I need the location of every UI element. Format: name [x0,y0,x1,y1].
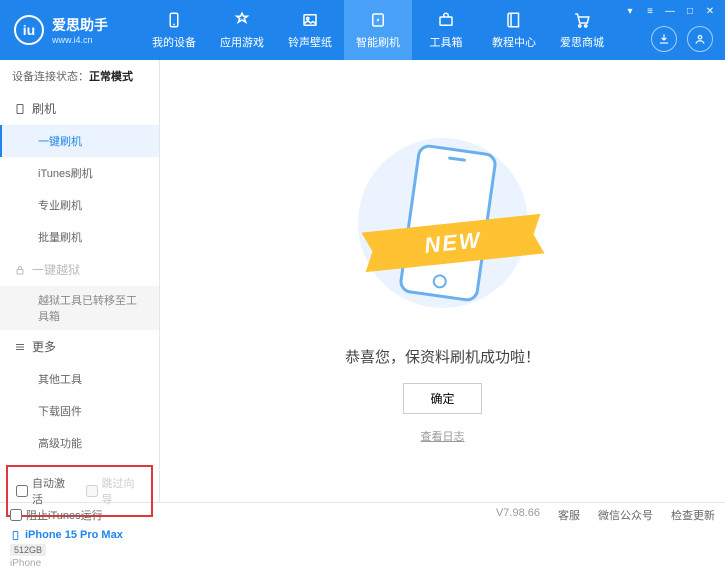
menu-icon[interactable]: ▾ [621,4,639,18]
device-info[interactable]: iPhone 15 Pro Max 512GB iPhone [0,523,159,575]
settings-icon[interactable]: ≡ [641,4,659,18]
device-type: iPhone [10,558,149,569]
connection-status: 设备连接状态：正常模式 [0,60,159,92]
auto-activate-checkbox[interactable]: 自动激活 [16,475,74,507]
more-icon [14,341,26,353]
view-log-link[interactable]: 查看日志 [421,428,465,444]
success-message: 恭喜您，保资料刷机成功啦！ [345,346,540,367]
sidebar-item-itunes[interactable]: iTunes刷机 [0,157,159,189]
ok-button[interactable]: 确定 [403,383,481,414]
list-icon [14,103,26,115]
footer-update[interactable]: 检查更新 [671,507,715,523]
device-storage: 512GB [10,544,46,556]
nav-tutorials[interactable]: 教程中心 [480,0,548,60]
window-controls: ▾ ≡ — □ ✕ [621,4,719,18]
minimize-icon[interactable]: — [661,4,679,18]
header: iu 爱思助手 www.i4.cn 我的设备 应用游戏 铃声壁纸 智能刷机 工具… [0,0,725,60]
sidebar-jailbreak-note: 越狱工具已转移至工具箱 [0,286,159,330]
sidebar-item-tools[interactable]: 其他工具 [0,363,159,395]
image-icon [300,10,320,30]
nav-toolbox[interactable]: 工具箱 [412,0,480,60]
nav-my-device[interactable]: 我的设备 [140,0,208,60]
top-nav: 我的设备 应用游戏 铃声壁纸 智能刷机 工具箱 教程中心 爱思商城 [140,0,616,60]
sidebar-header-more[interactable]: 更多 [0,330,159,363]
sidebar-item-advanced[interactable]: 高级功能 [0,427,159,459]
footer-support[interactable]: 客服 [558,507,580,523]
nav-apps[interactable]: 应用游戏 [208,0,276,60]
sidebar-item-pro[interactable]: 专业刷机 [0,189,159,221]
toolbox-icon [436,10,456,30]
device-icon [10,530,21,541]
success-graphic: NEW [343,128,543,328]
sidebar: 设备连接状态：正常模式 刷机 一键刷机 iTunes刷机 专业刷机 批量刷机 一… [0,60,160,502]
phone-icon [164,10,184,30]
footer-wechat[interactable]: 微信公众号 [598,507,653,523]
logo: iu 爱思助手 www.i4.cn [0,15,140,45]
cart-icon [572,10,592,30]
sidebar-header-flash[interactable]: 刷机 [0,92,159,125]
sidebar-item-oneclick[interactable]: 一键刷机 [0,125,159,157]
sidebar-header-jailbreak[interactable]: 一键越狱 [0,253,159,286]
book-icon [504,10,524,30]
nav-store[interactable]: 爱思商城 [548,0,616,60]
app-name: 爱思助手 [52,15,108,35]
user-button[interactable] [687,26,713,52]
app-icon [232,10,252,30]
app-url: www.i4.cn [52,35,108,45]
close-icon[interactable]: ✕ [701,4,719,18]
lock-icon [14,264,26,276]
main-content: NEW 恭喜您，保资料刷机成功啦！ 确定 查看日志 [160,60,725,502]
block-itunes-checkbox[interactable]: 阻止iTunes运行 [10,507,103,523]
skip-guide-checkbox[interactable]: 跳过向导 [86,475,144,507]
nav-flash[interactable]: 智能刷机 [344,0,412,60]
sidebar-item-firmware[interactable]: 下载固件 [0,395,159,427]
flash-icon [368,10,388,30]
version-label: V7.98.66 [496,507,540,523]
logo-icon: iu [14,15,44,45]
download-button[interactable] [651,26,677,52]
maximize-icon[interactable]: □ [681,4,699,18]
sidebar-item-batch[interactable]: 批量刷机 [0,221,159,253]
nav-ringtones[interactable]: 铃声壁纸 [276,0,344,60]
